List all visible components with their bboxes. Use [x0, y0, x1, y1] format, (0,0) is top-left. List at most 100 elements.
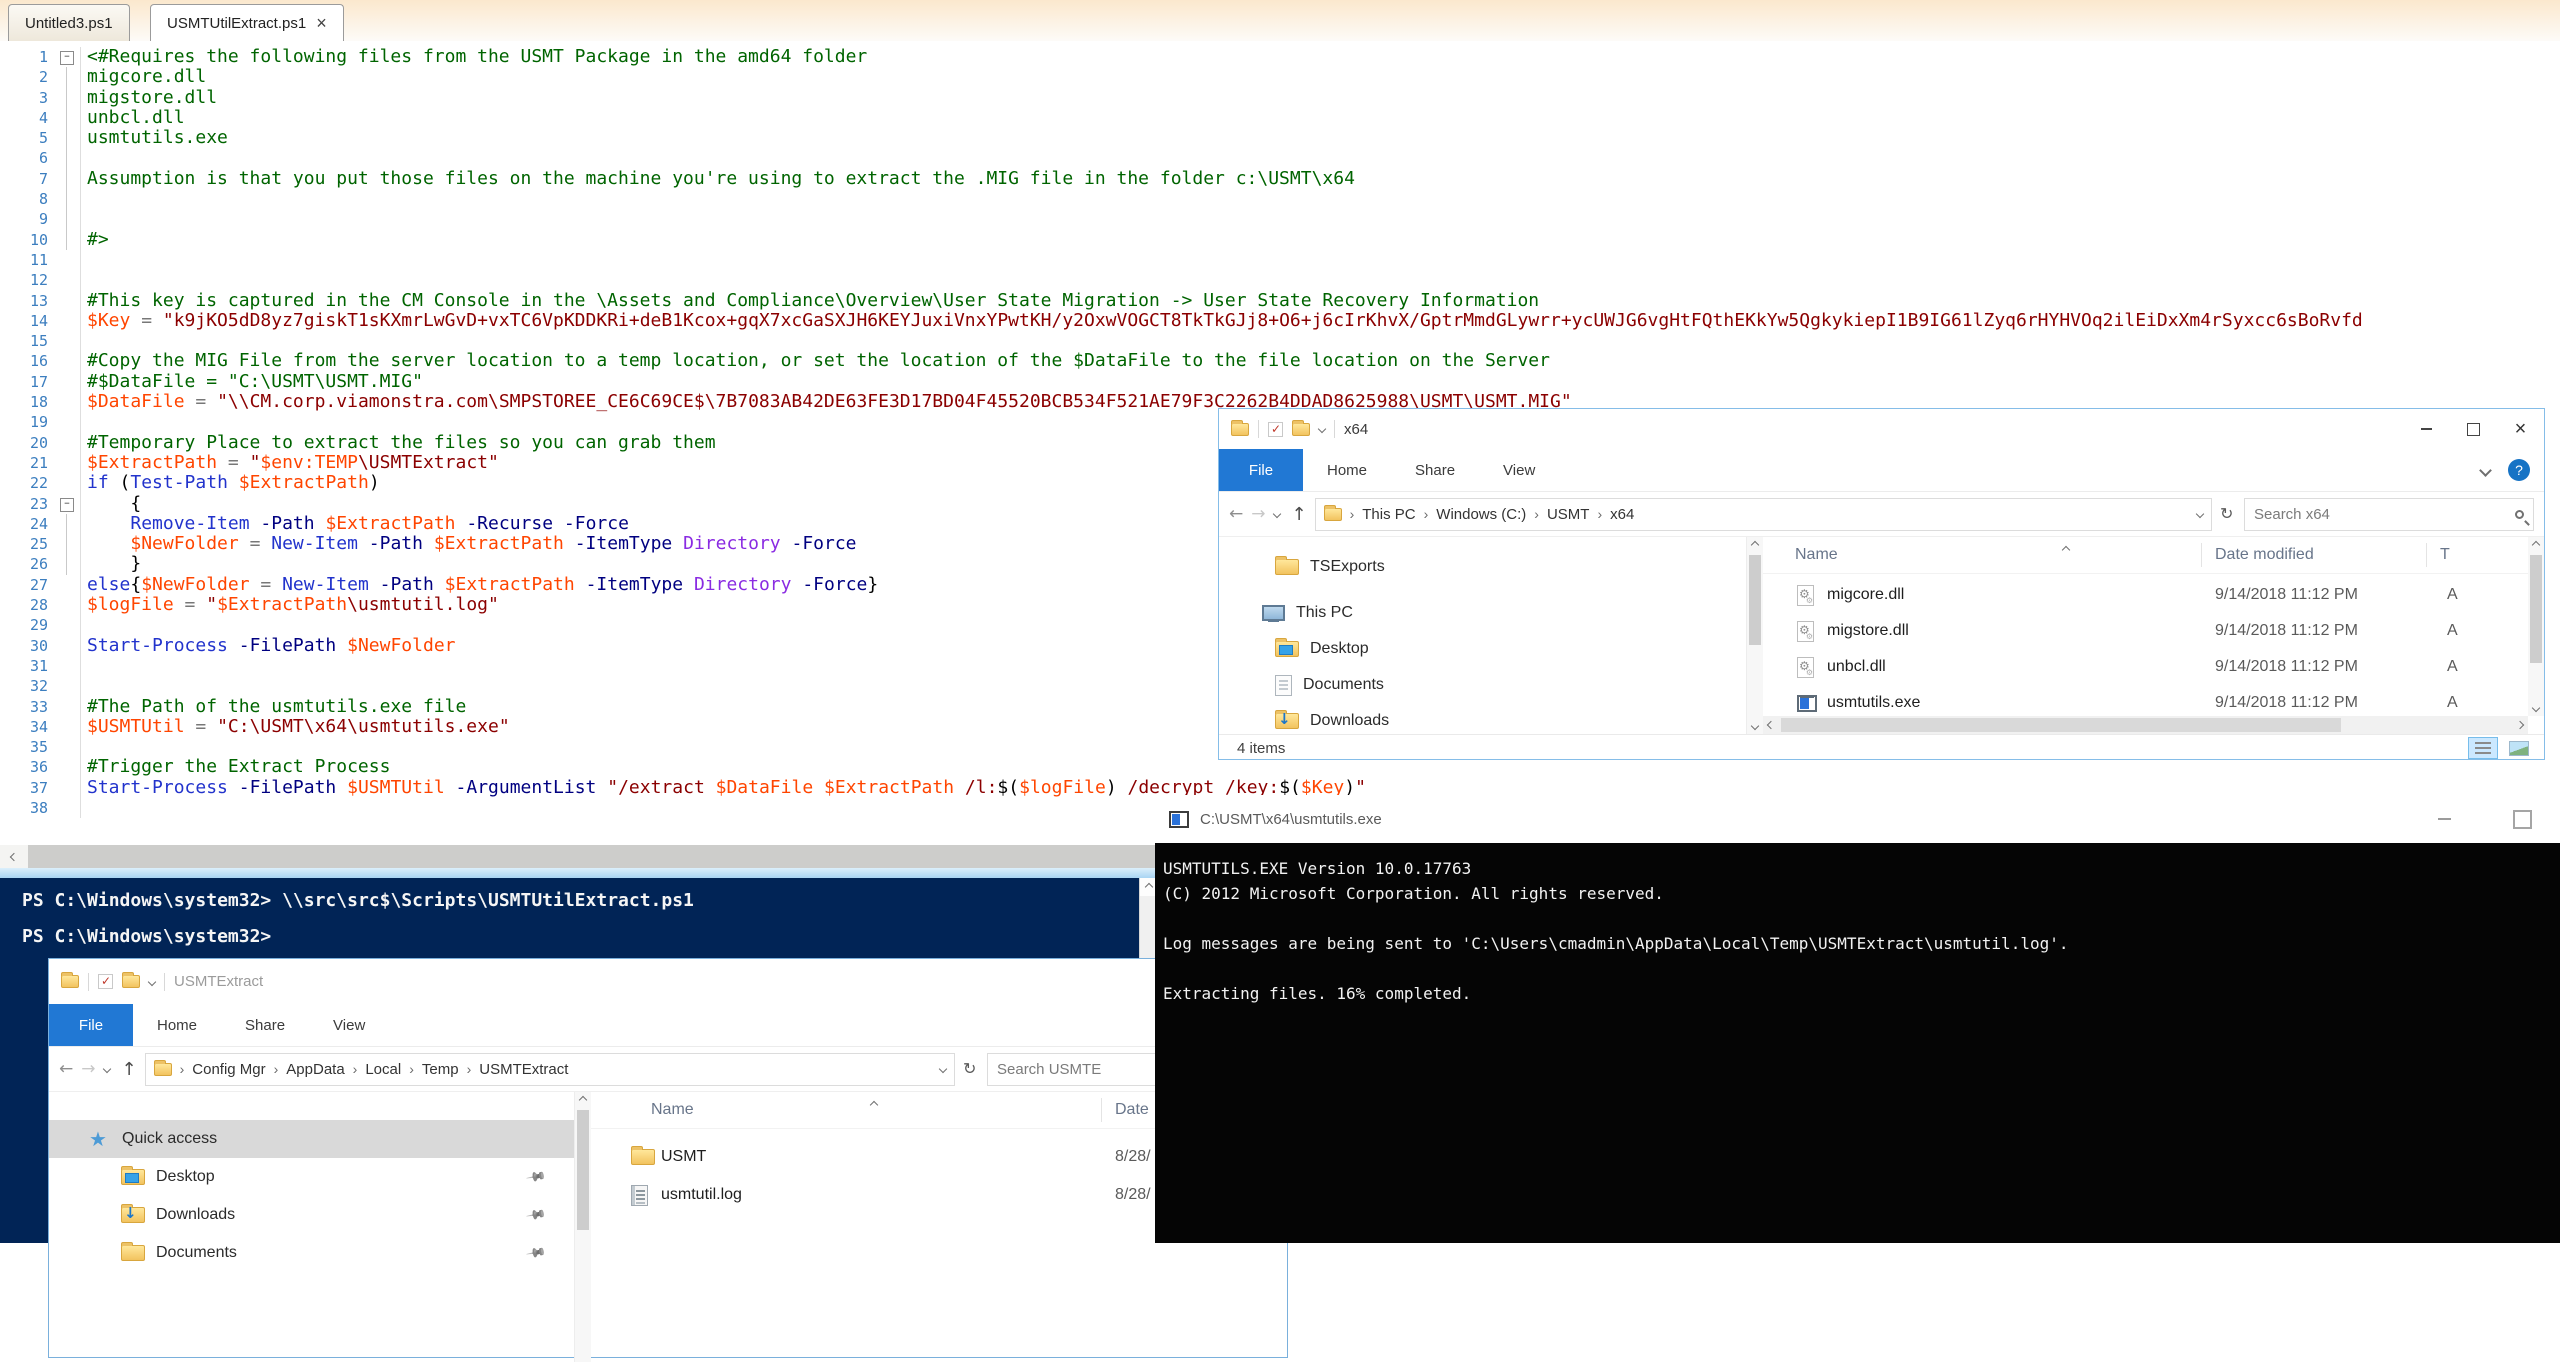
maximize-button[interactable]	[2450, 409, 2497, 449]
list-vertical-scrollbar[interactable]	[2528, 537, 2544, 716]
code-text: #The Path of the usmtutils.exe file	[81, 697, 466, 717]
editor-tab-0[interactable]: Untitled3.ps1	[8, 4, 130, 41]
sidebar-item-documents[interactable]: Documents	[49, 1234, 574, 1272]
up-button[interactable]: ↑	[122, 1061, 137, 1078]
code-line[interactable]: 8	[0, 189, 2560, 209]
code-line[interactable]: 14$Key = "k9jKO5dD8yz7giskT1sKXmrLwGvD+v…	[0, 311, 2560, 331]
title-bar[interactable]: USMTExtract	[49, 959, 1287, 1004]
breadcrumb-segment[interactable]: Temp	[422, 1061, 459, 1078]
sidebar-item-tsexports[interactable]: TSExports	[1219, 549, 1746, 585]
code-line[interactable]: 10#>	[0, 230, 2560, 250]
tab-close-icon[interactable]: ×	[316, 14, 327, 32]
new-folder-qat-icon[interactable]	[122, 975, 140, 988]
code-line[interactable]: 13#This key is captured in the CM Consol…	[0, 291, 2560, 311]
file-row[interactable]: unbcl.dll9/14/2018 11:12 PMA	[1763, 649, 2528, 685]
column-header-date[interactable]: Date	[1115, 1092, 1149, 1128]
ribbon-tab-view[interactable]: View	[309, 1004, 389, 1046]
qat-customize-chevron-icon[interactable]	[1318, 425, 1326, 433]
column-header-name[interactable]: Name	[651, 1092, 694, 1128]
scrollbar-thumb[interactable]	[577, 1110, 589, 1230]
ribbon-tab-home[interactable]: Home	[1303, 449, 1391, 491]
breadcrumb-segment[interactable]: This PC	[1362, 506, 1415, 523]
file-row[interactable]: migstore.dll9/14/2018 11:12 PMA	[1763, 613, 2528, 649]
code-line[interactable]: 1−<#Requires the following files from th…	[0, 47, 2560, 67]
maximize-button[interactable]	[2491, 795, 2553, 843]
file-row[interactable]: usmtutils.exe9/14/2018 11:12 PMA	[1763, 685, 2528, 721]
details-view-button[interactable]	[2468, 737, 2498, 759]
sidebar-item-downloads[interactable]: Downloads	[49, 1196, 574, 1234]
minimize-button[interactable]	[2413, 795, 2475, 843]
title-bar[interactable]: C:\USMT\x64\usmtutils.exe	[1155, 795, 2560, 843]
history-chevron-icon[interactable]	[102, 1065, 110, 1073]
fold-collapse-icon[interactable]: −	[60, 51, 74, 65]
back-button[interactable]: ←	[1229, 506, 1243, 523]
close-button[interactable]: ×	[2497, 409, 2544, 449]
console-output[interactable]: USMTUTILS.EXE Version 10.0.17763(C) 2012…	[1155, 843, 2560, 1243]
editor-tab-1[interactable]: USMTUtilExtract.ps1×	[150, 4, 344, 41]
breadcrumb-segment[interactable]: AppData	[286, 1061, 344, 1078]
sidebar-item-this-pc[interactable]: This PC	[1219, 595, 1746, 631]
ribbon-tab-share[interactable]: Share	[221, 1004, 309, 1046]
address-dropdown-chevron-icon[interactable]	[2196, 510, 2204, 518]
scroll-left-button[interactable]	[0, 845, 28, 868]
sidebar-item-documents[interactable]: Documents	[1219, 667, 1746, 703]
ribbon-expand-chevron-icon[interactable]	[2479, 464, 2492, 477]
token-o: =	[239, 533, 272, 554]
breadcrumb-segment[interactable]: x64	[1610, 506, 1634, 523]
breadcrumb-segment[interactable]: USMTExtract	[479, 1061, 568, 1078]
ribbon-tab-file[interactable]: File	[1219, 449, 1303, 491]
scrollbar-thumb[interactable]	[2530, 555, 2542, 663]
refresh-icon[interactable]	[963, 1061, 979, 1077]
address-dropdown-chevron-icon[interactable]	[939, 1065, 947, 1073]
sidebar-item-desktop[interactable]: Desktop	[1219, 631, 1746, 667]
column-header-name[interactable]: Name	[1795, 537, 1838, 573]
code-line[interactable]: 6	[0, 148, 2560, 168]
new-folder-qat-icon[interactable]	[1292, 423, 1310, 436]
code-line[interactable]: 11	[0, 250, 2560, 270]
refresh-icon[interactable]	[2220, 506, 2236, 522]
fold-collapse-icon[interactable]: −	[60, 498, 74, 512]
ribbon-tab-home[interactable]: Home	[133, 1004, 221, 1046]
nav-vertical-scrollbar[interactable]	[1746, 537, 1763, 734]
code-line[interactable]: 16#Copy the MIG File from the server loc…	[0, 351, 2560, 371]
sidebar-item-quick-access[interactable]: Quick access	[49, 1120, 574, 1158]
ribbon-tab-view[interactable]: View	[1479, 449, 1559, 491]
breadcrumb-segment[interactable]: USMT	[1547, 506, 1590, 523]
file-row[interactable]: migcore.dll9/14/2018 11:12 PMA	[1763, 577, 2528, 613]
breadcrumb[interactable]: ›Config Mgr›AppData›Local›Temp›USMTExtra…	[145, 1053, 955, 1086]
code-line[interactable]: 5usmtutils.exe	[0, 128, 2560, 148]
code-line[interactable]: 4unbcl.dll	[0, 108, 2560, 128]
properties-qat-icon[interactable]	[1268, 422, 1283, 437]
breadcrumb-segment[interactable]: Windows (C:)	[1436, 506, 1526, 523]
help-icon[interactable]: ?	[2508, 459, 2530, 481]
back-button[interactable]: ←	[59, 1061, 73, 1078]
code-line[interactable]: 9	[0, 209, 2560, 229]
code-line[interactable]: 7Assumption is that you put those files …	[0, 169, 2560, 189]
search-input[interactable]: Search x64	[2244, 498, 2534, 531]
code-line[interactable]: 12	[0, 270, 2560, 290]
column-header-date-modified[interactable]: Date modified	[2215, 537, 2314, 573]
up-button[interactable]: ↑	[1292, 506, 1307, 523]
nav-vertical-scrollbar[interactable]	[574, 1092, 591, 1362]
qat-customize-chevron-icon[interactable]	[148, 977, 156, 985]
column-header-t[interactable]: T	[2440, 537, 2450, 573]
ribbon-tab-share[interactable]: Share	[1391, 449, 1479, 491]
code-line[interactable]: 15	[0, 331, 2560, 351]
minimize-button[interactable]	[2403, 409, 2450, 449]
history-chevron-icon[interactable]	[1272, 510, 1280, 518]
code-line[interactable]: 3migstore.dll	[0, 88, 2560, 108]
code-line[interactable]: 17#$DataFile = "C:\USMT\USMT.MIG"	[0, 372, 2560, 392]
title-bar[interactable]: x64 ×	[1219, 409, 2544, 449]
token-c: #Temporary Place to extract the files so…	[87, 432, 716, 453]
forward-button[interactable]: →	[81, 1061, 95, 1078]
breadcrumb[interactable]: ›This PC›Windows (C:)›USMT›x64	[1315, 498, 2212, 531]
code-line[interactable]: 2migcore.dll	[0, 67, 2560, 87]
breadcrumb-segment[interactable]: Local	[365, 1061, 401, 1078]
forward-button[interactable]: →	[1251, 506, 1265, 523]
ribbon-tab-file[interactable]: File	[49, 1004, 133, 1046]
breadcrumb-segment[interactable]: Config Mgr	[192, 1061, 265, 1078]
thumbnail-view-button[interactable]	[2504, 737, 2534, 759]
properties-qat-icon[interactable]	[98, 974, 113, 989]
sidebar-item-desktop[interactable]: Desktop	[49, 1158, 574, 1196]
scrollbar-thumb[interactable]	[1749, 555, 1761, 645]
